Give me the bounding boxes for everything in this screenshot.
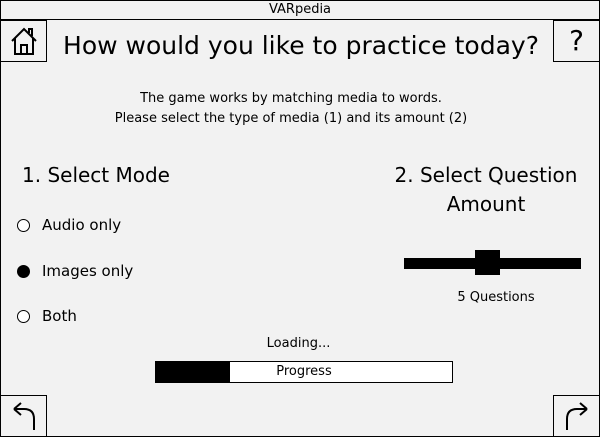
forward-arrow-icon xyxy=(565,402,588,430)
instructions-line-2: Please select the type of media (1) and … xyxy=(114,111,468,126)
mode-option-label: Audio only xyxy=(42,216,122,234)
amount-section-title: 2. Select Question Amount xyxy=(384,161,588,219)
radio-button[interactable] xyxy=(17,218,30,232)
mode-option-both[interactable]: Both xyxy=(17,306,77,326)
mode-section-title: 1. Select Mode xyxy=(22,163,170,187)
back-arrow-icon xyxy=(12,402,35,430)
page-title: How would you like to practice today? xyxy=(63,31,539,60)
progress-label: Progress xyxy=(276,364,332,379)
instructions: The game works by matching media to word… xyxy=(81,89,501,129)
app-window: VARpedia How would you like to practice … xyxy=(0,0,600,437)
instructions-line-1: The game works by matching media to word… xyxy=(140,91,442,106)
slider-handle[interactable] xyxy=(475,250,501,275)
mode-option-images[interactable]: Images only xyxy=(17,261,133,281)
amount-title-line-2: Amount xyxy=(446,192,526,216)
loading-label: Loading... xyxy=(266,336,331,351)
home-icon xyxy=(10,27,37,55)
window-title: VARpedia xyxy=(1,1,599,20)
help-icon: ? xyxy=(569,24,584,57)
mode-option-label: Images only xyxy=(42,262,134,280)
home-button[interactable] xyxy=(1,20,47,62)
question-amount-value: 5 Questions xyxy=(457,290,535,305)
mode-option-label: Both xyxy=(42,307,77,325)
mode-option-audio[interactable]: Audio only xyxy=(17,215,121,235)
help-button[interactable]: ? xyxy=(553,20,599,62)
amount-title-line-1: 2. Select Question xyxy=(394,163,578,187)
radio-button[interactable] xyxy=(17,264,30,278)
back-button[interactable] xyxy=(1,395,47,436)
radio-button[interactable] xyxy=(17,309,30,323)
next-button[interactable] xyxy=(553,395,599,436)
progress-bar: Progress xyxy=(155,361,453,383)
